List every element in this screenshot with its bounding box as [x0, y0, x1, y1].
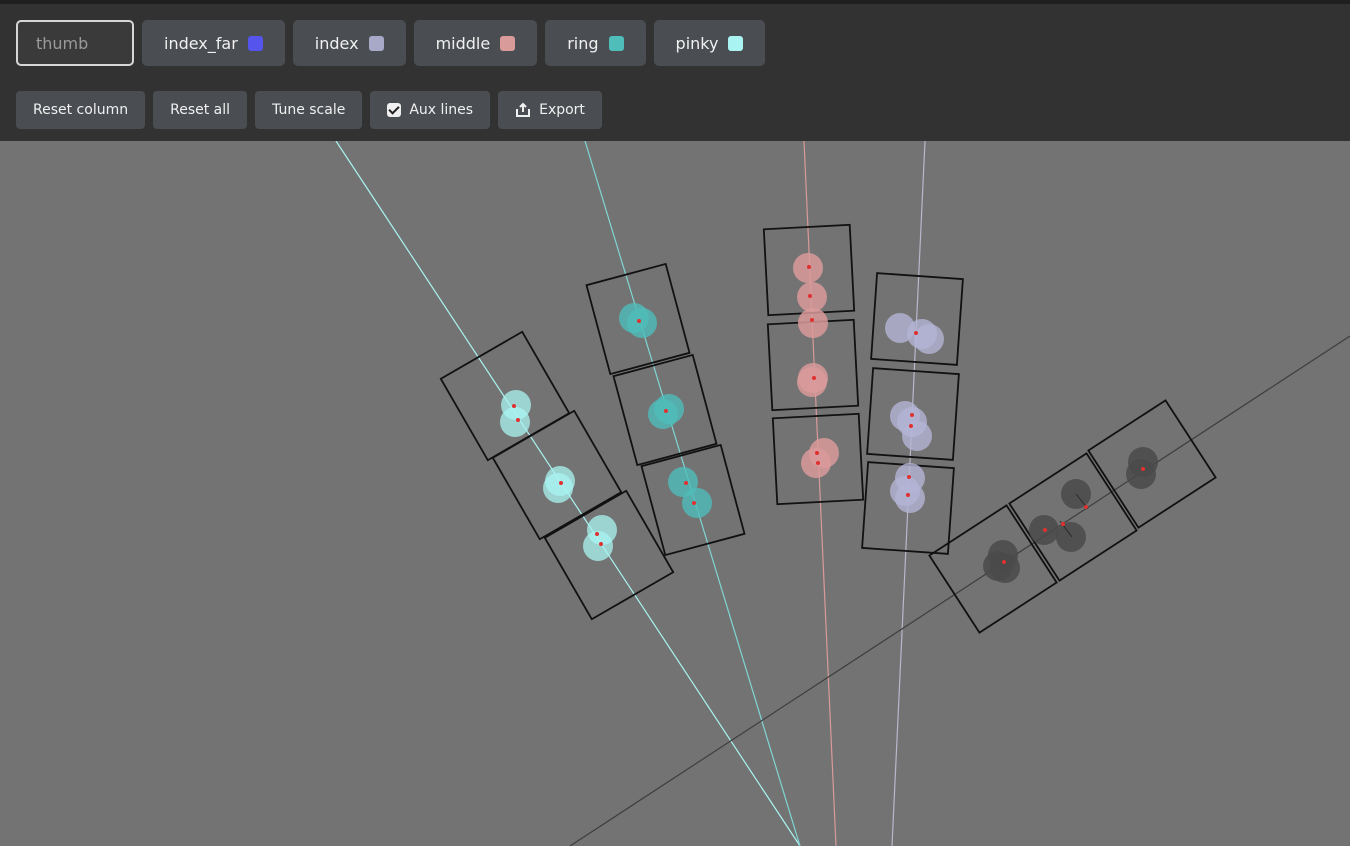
tab-index[interactable]: index [292, 20, 406, 66]
index-far-color-swatch [247, 35, 263, 51]
index-color-swatch [368, 35, 384, 51]
export-label: Export [539, 102, 585, 118]
keyboard-canvas[interactable] [0, 141, 1350, 846]
thumb-column[interactable] [928, 399, 1217, 634]
middle-color-swatch [500, 35, 516, 51]
toolbar: thumb index_far index middle ring pinky … [0, 0, 1350, 141]
aux-lines-toggle[interactable]: Aux lines [370, 91, 491, 129]
tab-middle[interactable]: middle [413, 20, 538, 66]
tab-middle-label: middle [435, 33, 491, 53]
action-bar: Reset column Reset all Tune scale Aux li… [16, 91, 602, 129]
tab-ring-label: ring [567, 33, 599, 53]
middle-column[interactable] [762, 223, 865, 506]
tab-ring[interactable]: ring [545, 20, 646, 66]
reset-column-button[interactable]: Reset column [16, 91, 146, 129]
export-icon [516, 102, 531, 117]
column-tabs: thumb index_far index middle ring pinky [16, 20, 766, 66]
pinky-column[interactable] [439, 330, 675, 621]
tab-index-label: index [314, 33, 359, 53]
tab-thumb[interactable]: thumb [16, 20, 134, 66]
aux-lines [335, 141, 1350, 846]
pinky-color-swatch [728, 35, 744, 51]
ring-color-swatch [608, 35, 624, 51]
export-button[interactable]: Export [498, 91, 602, 129]
tab-index-far[interactable]: index_far [142, 20, 285, 66]
tab-index-far-label: index_far [164, 33, 238, 53]
reset-all-button[interactable]: Reset all [153, 91, 248, 129]
aux-lines-label: Aux lines [409, 102, 474, 118]
tune-scale-button[interactable]: Tune scale [255, 91, 363, 129]
tab-pinky-label: pinky [675, 33, 719, 53]
tab-pinky[interactable]: pinky [653, 20, 766, 66]
checkmark-icon[interactable] [387, 103, 402, 117]
tab-thumb-label: thumb [36, 33, 89, 53]
